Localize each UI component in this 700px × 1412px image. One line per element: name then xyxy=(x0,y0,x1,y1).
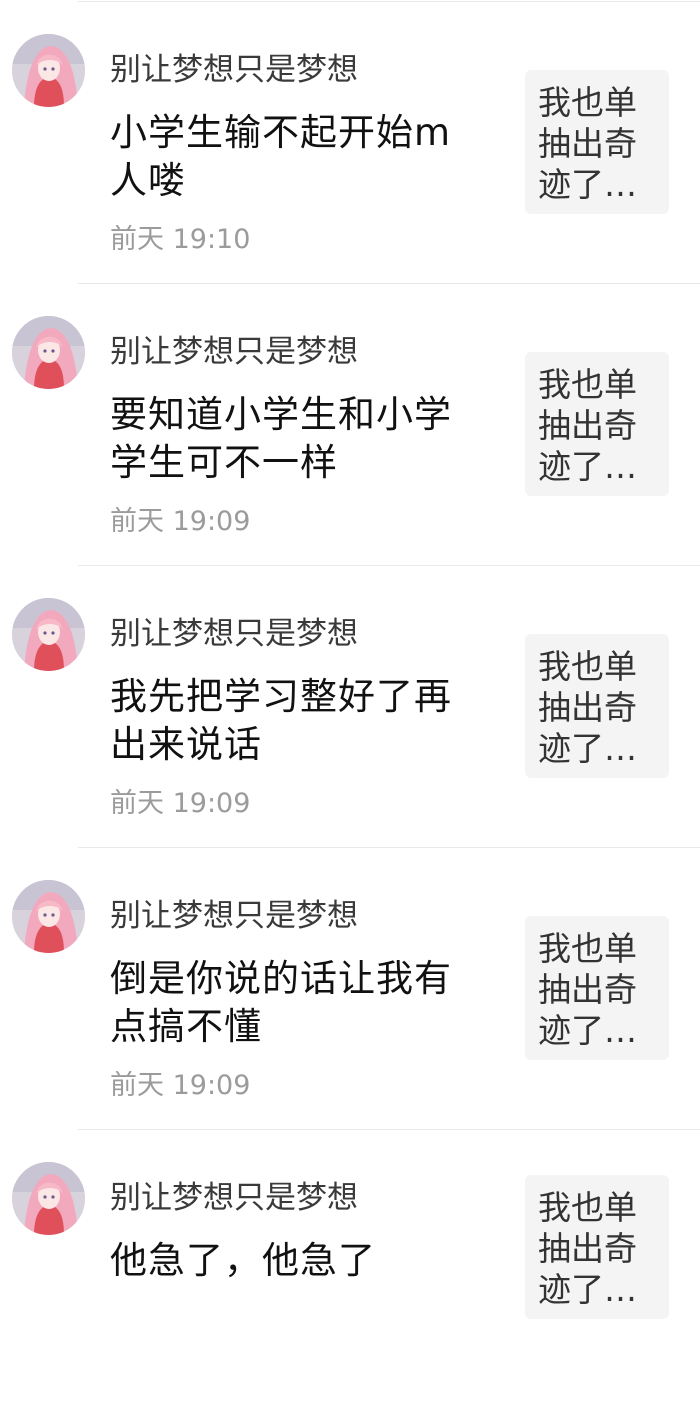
avatar-image-icon xyxy=(12,316,85,389)
avatar-image-icon xyxy=(12,598,85,671)
timestamp: 前天 19:10 xyxy=(110,224,251,255)
username[interactable]: 别让梦想只是梦想 xyxy=(110,332,358,372)
user-avatar[interactable] xyxy=(12,880,85,953)
username[interactable]: 别让梦想只是梦想 xyxy=(110,50,358,90)
post-preview-text: 我也单抽出奇迹了… xyxy=(538,647,637,768)
user-avatar[interactable] xyxy=(12,34,85,107)
username[interactable]: 别让梦想只是梦想 xyxy=(110,1178,358,1218)
post-preview[interactable]: 我也单抽出奇迹了… xyxy=(525,916,669,1060)
user-avatar[interactable] xyxy=(12,1162,85,1235)
post-preview[interactable]: 我也单抽出奇迹了… xyxy=(525,70,669,214)
post-preview[interactable]: 我也单抽出奇迹了… xyxy=(525,1175,669,1319)
post-preview[interactable]: 我也单抽出奇迹了… xyxy=(525,634,669,778)
comment-text[interactable]: 要知道小学生和小学学生可不一样 xyxy=(110,391,480,487)
notification-item[interactable]: 别让梦想只是梦想 我先把学习整好了再出来说话 前天 19:09 我也单抽出奇迹了… xyxy=(0,566,700,848)
notification-item[interactable]: 别让梦想只是梦想 要知道小学生和小学学生可不一样 前天 19:09 我也单抽出奇… xyxy=(0,284,700,566)
notification-item[interactable]: 别让梦想只是梦想 倒是你说的话让我有点搞不懂 前天 19:09 我也单抽出奇迹了… xyxy=(0,848,700,1130)
timestamp: 前天 19:09 xyxy=(110,1070,251,1101)
post-preview[interactable]: 我也单抽出奇迹了… xyxy=(525,352,669,496)
comment-text[interactable]: 小学生输不起开始m人喽 xyxy=(110,109,480,205)
post-preview-text: 我也单抽出奇迹了… xyxy=(538,83,637,204)
comment-text[interactable]: 他急了，他急了 xyxy=(110,1237,480,1285)
notification-item[interactable]: 别让梦想只是梦想 小学生输不起开始m人喽 前天 19:10 我也单抽出奇迹了… xyxy=(0,2,700,284)
notification-list: 别让梦想只是梦想 小学生输不起开始m人喽 前天 19:10 我也单抽出奇迹了… … xyxy=(0,0,700,1319)
username[interactable]: 别让梦想只是梦想 xyxy=(110,896,358,936)
post-preview-text: 我也单抽出奇迹了… xyxy=(538,1188,637,1309)
avatar-image-icon xyxy=(12,1162,85,1235)
user-avatar[interactable] xyxy=(12,316,85,389)
post-preview-text: 我也单抽出奇迹了… xyxy=(538,365,637,486)
avatar-image-icon xyxy=(12,880,85,953)
comment-text[interactable]: 倒是你说的话让我有点搞不懂 xyxy=(110,955,480,1051)
user-avatar[interactable] xyxy=(12,598,85,671)
post-preview-text: 我也单抽出奇迹了… xyxy=(538,929,637,1050)
notification-item[interactable]: 别让梦想只是梦想 他急了，他急了 我也单抽出奇迹了… xyxy=(0,1130,700,1412)
timestamp: 前天 19:09 xyxy=(110,506,251,537)
username[interactable]: 别让梦想只是梦想 xyxy=(110,614,358,654)
avatar-image-icon xyxy=(12,34,85,107)
comment-text[interactable]: 我先把学习整好了再出来说话 xyxy=(110,673,480,769)
timestamp: 前天 19:09 xyxy=(110,788,251,819)
